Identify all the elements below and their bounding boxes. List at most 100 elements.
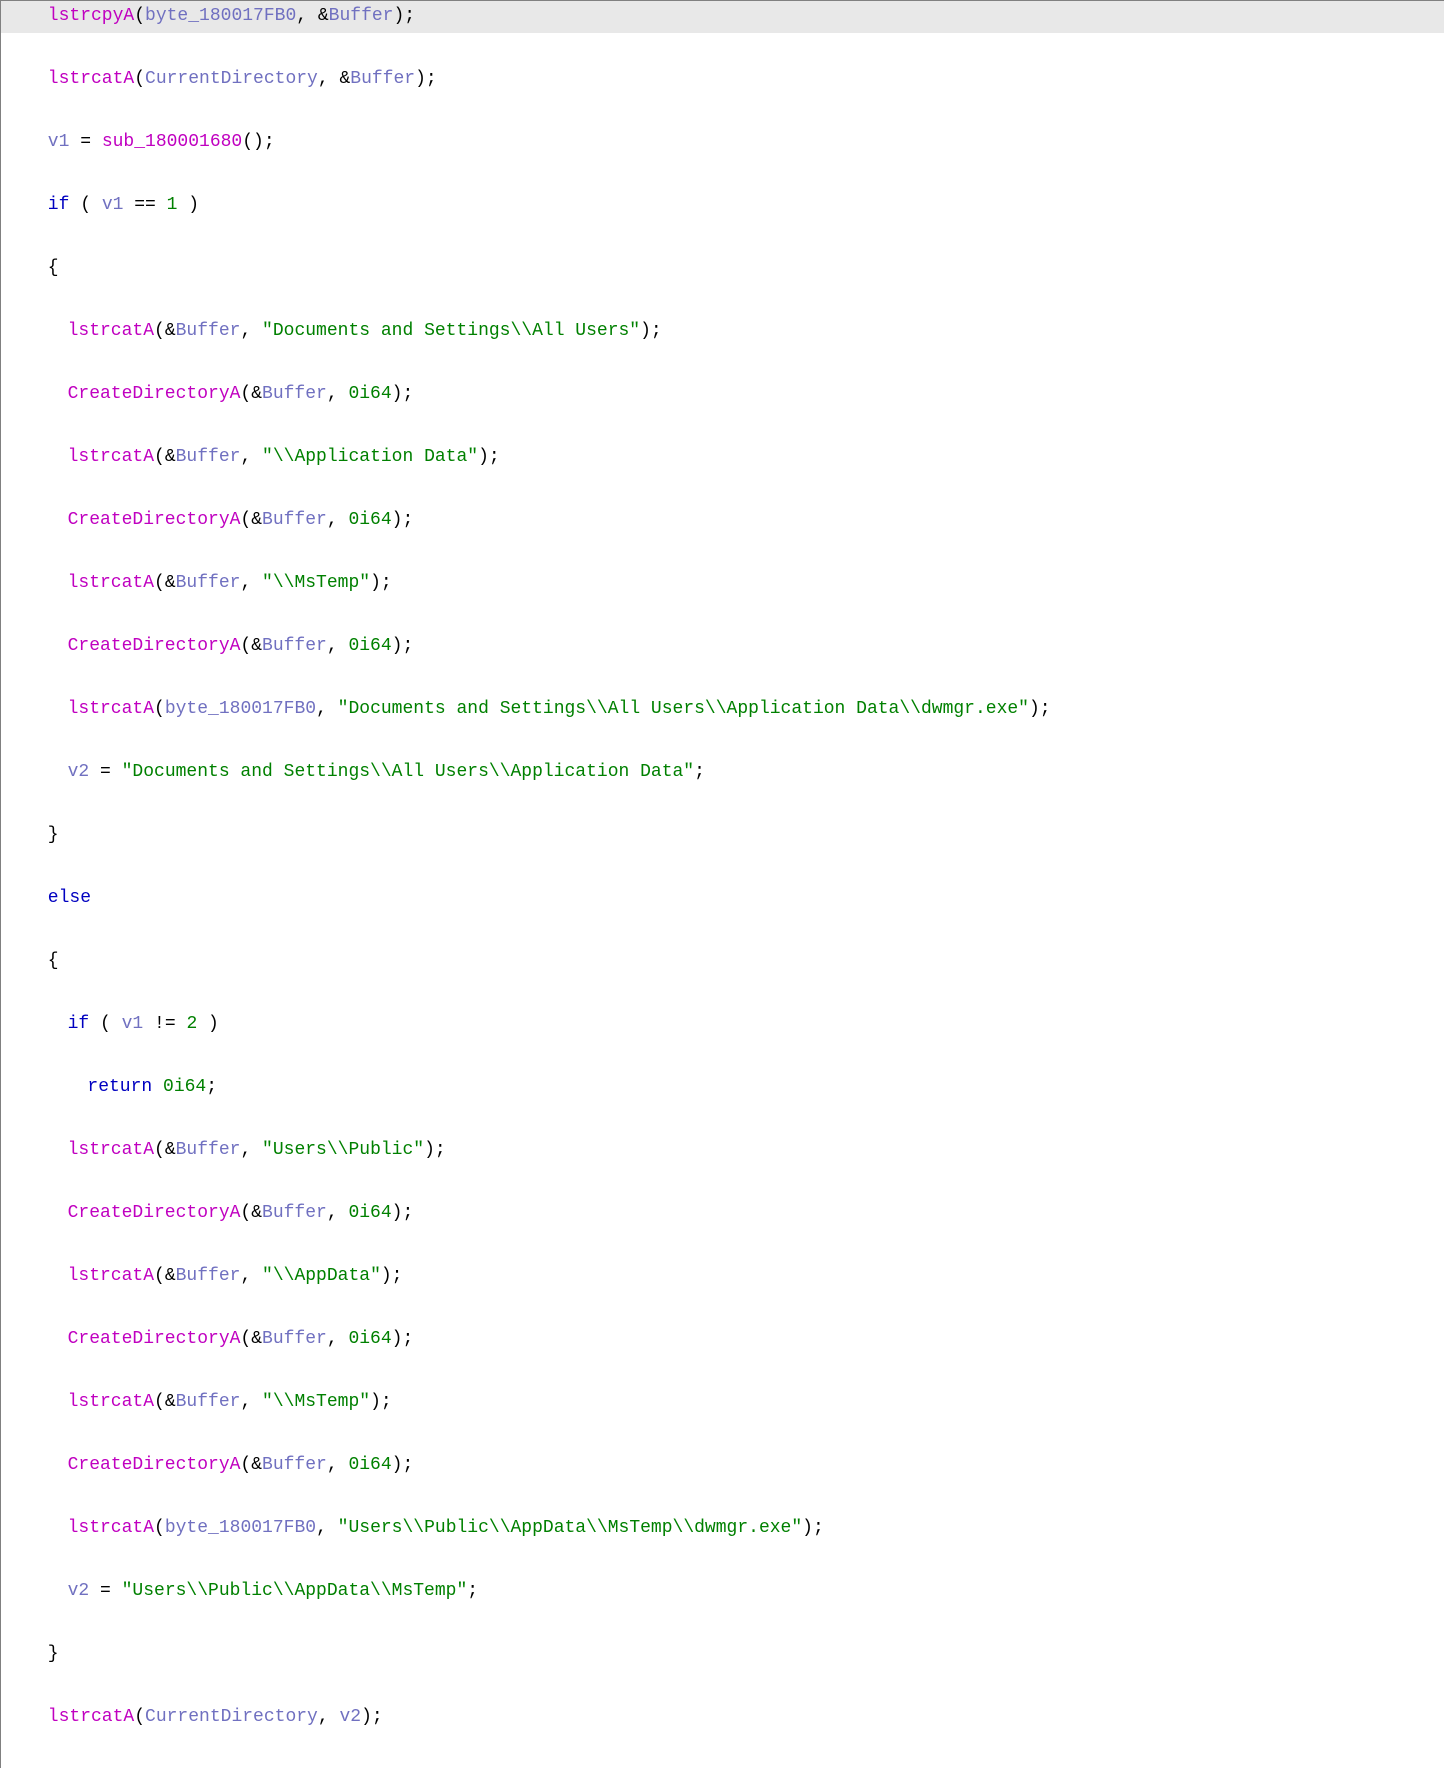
code-line[interactable]: lstrcatA(CurrentDirectory, v2); [1,1702,1444,1734]
token-paren: ); [415,69,437,89]
code-line[interactable]: CreateDirectoryA(&Buffer, 0i64); [1,631,1444,663]
token-paren: (& [240,510,262,530]
code-line[interactable]: CreateDirectoryA(&Buffer, 0i64); [1,505,1444,537]
code-line[interactable]: else [1,883,1444,915]
token-paren: ( [134,69,145,89]
token-op: , [316,699,338,719]
decompiler-code-view[interactable]: lstrcpyA(byte_180017FB0, &Buffer); lstrc… [0,0,1444,1768]
token-op: , [327,510,349,530]
token-fn: CreateDirectoryA [68,1203,241,1223]
code-line[interactable]: CreateDirectoryA(&Buffer, 0i64); [1,379,1444,411]
token-num: 1 [167,195,178,215]
token-op: != [143,1014,186,1034]
token-fn: CreateDirectoryA [68,1329,241,1349]
code-line[interactable]: lstrcatA(&Buffer, "Users\\Public"); [1,1135,1444,1167]
token-op: ( [89,1014,121,1034]
token-paren: ( [134,1707,145,1727]
token-num: 0i64 [348,510,391,530]
token-var: CurrentDirectory [145,69,318,89]
code-line[interactable]: { [1,946,1444,978]
code-line[interactable]: if ( v1 != 2 ) [1,1009,1444,1041]
token-var: Buffer [262,384,327,404]
token-paren: ); [1029,699,1051,719]
token-var: Buffer [176,573,241,593]
token-var: v2 [339,1707,361,1727]
token-kw: return [87,1077,152,1097]
token-paren: ); [392,1203,414,1223]
token-var: Buffer [262,636,327,656]
token-op: , [327,1329,349,1349]
token-op: ( [69,195,101,215]
token-paren: ); [370,573,392,593]
code-line[interactable]: CreateDirectoryA(&Buffer, 0i64); [1,1198,1444,1230]
token-num: 2 [186,1014,197,1034]
token-paren: (& [154,1392,176,1412]
token-var: Buffer [176,447,241,467]
token-num: 0i64 [348,384,391,404]
token-paren: ( [134,6,145,26]
code-line[interactable]: v2 = "Documents and Settings\\All Users\… [1,757,1444,789]
code-line[interactable]: v2 = "Users\\Public\\AppData\\MsTemp"; [1,1576,1444,1608]
token-str: "\\MsTemp" [262,573,370,593]
token-paren: (& [154,321,176,341]
code-line[interactable]: lstrcpyA(byte_180017FB0, &Buffer); [1,1,1444,33]
code-line[interactable]: lstrcatA(&Buffer, "\\AppData"); [1,1261,1444,1293]
token-op: ) [197,1014,219,1034]
code-line[interactable]: lstrcatA(byte_180017FB0, "Documents and … [1,694,1444,726]
token-var: byte_180017FB0 [165,1518,316,1538]
token-paren: ( [154,699,165,719]
token-kw: if [68,1014,90,1034]
token-paren: (& [240,1455,262,1475]
token-str: "Documents and Settings\\All Users\\Appl… [122,762,695,782]
token-str: "Users\\Public" [262,1140,424,1160]
code-line[interactable]: lstrcatA(&Buffer, "\\Application Data"); [1,442,1444,474]
token-fn: lstrcatA [68,321,154,341]
token-var: Buffer [262,1455,327,1475]
code-line[interactable]: lstrcatA(&Buffer, "Documents and Setting… [1,316,1444,348]
token-paren: ); [392,510,414,530]
code-line[interactable]: } [1,820,1444,852]
token-var: v1 [122,1014,144,1034]
code-line[interactable]: { [1,253,1444,285]
token-op: ) [177,195,199,215]
token-var: byte_180017FB0 [165,699,316,719]
code-line[interactable]: if ( (unsigned int)sub_18000E4BC(byte_18… [1,1765,1444,1768]
code-line[interactable]: CreateDirectoryA(&Buffer, 0i64); [1,1450,1444,1482]
token-var: Buffer [176,1392,241,1412]
token-op: , [240,1140,262,1160]
token-fn: sub_180001680 [102,132,242,152]
code-line[interactable]: } [1,1639,1444,1671]
token-num: 0i64 [348,1329,391,1349]
token-op: } [48,825,59,845]
token-fn: lstrcatA [68,699,154,719]
token-op: , [240,573,262,593]
token-str: "Documents and Settings\\All Users\\Appl… [338,699,1029,719]
token-fn: CreateDirectoryA [68,1455,241,1475]
code-line[interactable]: CreateDirectoryA(&Buffer, 0i64); [1,1324,1444,1356]
token-fn: lstrcpyA [48,6,134,26]
token-paren: (& [154,447,176,467]
token-paren: ); [392,1455,414,1475]
token-paren: (& [240,636,262,656]
token-var: Buffer [176,1266,241,1286]
token-fn: lstrcatA [68,1140,154,1160]
code-line[interactable]: lstrcatA(&Buffer, "\\MsTemp"); [1,1387,1444,1419]
token-var: Buffer [350,69,415,89]
code-line[interactable]: lstrcatA(byte_180017FB0, "Users\\Public\… [1,1513,1444,1545]
token-op: == [123,195,166,215]
code-line[interactable]: return 0i64; [1,1072,1444,1104]
token-op: , [327,1455,349,1475]
token-var: Buffer [176,321,241,341]
token-num: 0i64 [348,1455,391,1475]
token-var: Buffer [262,510,327,530]
code-line[interactable]: if ( v1 == 1 ) [1,190,1444,222]
code-line[interactable]: lstrcatA(&Buffer, "\\MsTemp"); [1,568,1444,600]
token-fn: lstrcatA [68,1392,154,1412]
code-line[interactable]: lstrcatA(CurrentDirectory, &Buffer); [1,64,1444,96]
code-line[interactable]: v1 = sub_180001680(); [1,127,1444,159]
token-op: , [327,636,349,656]
token-op: { [48,258,59,278]
token-fn: lstrcatA [48,1707,134,1727]
token-paren: ); [478,447,500,467]
token-paren: ); [381,1266,403,1286]
